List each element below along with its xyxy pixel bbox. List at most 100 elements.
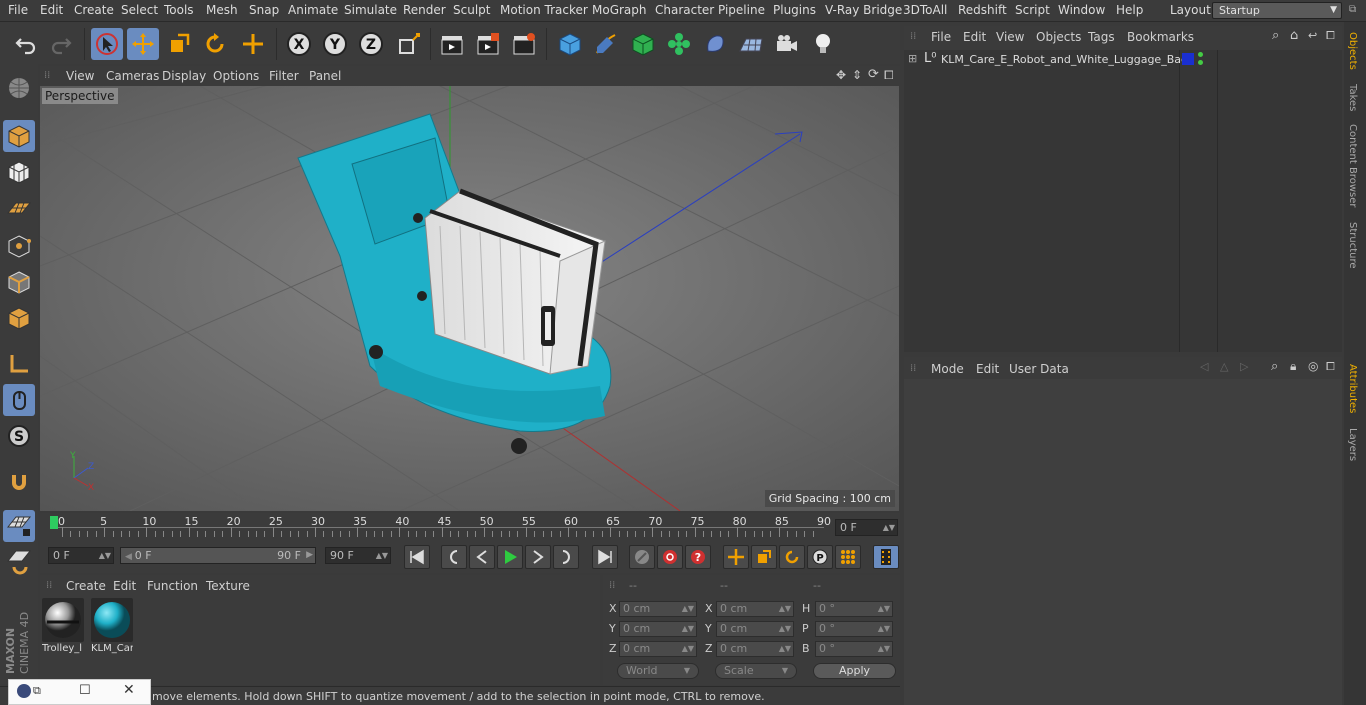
material-menu-edit[interactable]: Edit — [113, 579, 136, 593]
expand-icon[interactable]: ⧠ — [1326, 29, 1335, 43]
menu-help[interactable]: Help — [1116, 3, 1143, 17]
menu-character[interactable]: Character — [655, 3, 714, 17]
restore-icon[interactable]: ⧉ — [33, 684, 41, 698]
tab-takes[interactable]: Takes — [1347, 84, 1358, 111]
menu-render[interactable]: Render — [403, 3, 446, 17]
render-to-picture-viewer-button[interactable] — [472, 28, 504, 60]
spinner-icon[interactable]: ▲▼ — [779, 642, 791, 656]
3d-viewport[interactable]: Y Z X Perspective Grid Spacing : 100 cm — [40, 86, 899, 511]
transform-tool-button[interactable] — [237, 28, 269, 60]
tab-attributes[interactable]: Attributes — [1347, 364, 1358, 413]
object-menu-tags[interactable]: Tags — [1088, 30, 1115, 44]
zoom-view-icon[interactable]: ⇕ — [852, 68, 862, 82]
expand-tree-icon[interactable]: ⊞ — [908, 52, 917, 65]
position-x-field[interactable]: 0 cm ▲▼ — [619, 601, 697, 617]
make-editable-button[interactable] — [3, 72, 35, 104]
menu-tools[interactable]: Tools — [164, 3, 194, 17]
axis-mode-button[interactable] — [3, 348, 35, 380]
previous-keyframe-button[interactable] — [441, 545, 467, 569]
menu-motion-tracker[interactable]: Motion Tracker — [500, 3, 588, 17]
texture-mode-button[interactable] — [3, 156, 35, 188]
key-rotation-button[interactable] — [779, 545, 805, 569]
attribute-menu-edit[interactable]: Edit — [976, 362, 999, 376]
back-arrow-icon[interactable]: ◁ — [1200, 360, 1208, 373]
y-axis-lock-button[interactable]: Y — [319, 28, 351, 60]
spinner-icon[interactable]: ▲▼ — [682, 602, 694, 616]
menu-sculpt[interactable]: Sculpt — [453, 3, 490, 17]
menu-edit[interactable]: Edit — [40, 3, 63, 17]
target-icon[interactable]: ◎ — [1308, 359, 1318, 373]
viewport-menu-display[interactable]: Display — [162, 69, 206, 83]
keyframe-selection-button[interactable] — [629, 545, 655, 569]
size-mode-dropdown[interactable]: Scale ▼ — [715, 663, 797, 679]
spinner-icon[interactable]: ▲▼ — [779, 602, 791, 616]
viewport-menu-options[interactable]: Options — [213, 69, 259, 83]
spinner-icon[interactable]: ▲▼ — [779, 622, 791, 636]
size-x-field[interactable]: 0 cm ▲▼ — [716, 601, 794, 617]
rotation-b-field[interactable]: 0 ° ▲▼ — [815, 641, 893, 657]
home-icon[interactable]: ⌂ — [1290, 28, 1298, 43]
record-keys-button[interactable] — [657, 545, 683, 569]
menu-file[interactable]: File — [8, 3, 28, 17]
layer-color-swatch[interactable] — [1182, 53, 1194, 65]
menu-pipeline[interactable]: Pipeline — [718, 3, 765, 17]
menu-script[interactable]: Script — [1015, 3, 1050, 17]
rotate-view-icon[interactable]: ⟳ — [868, 67, 879, 82]
tab-content-browser[interactable]: Content Browser — [1347, 124, 1358, 207]
point-mode-button[interactable] — [3, 230, 35, 262]
menu-plugins[interactable]: Plugins — [773, 3, 816, 17]
search-icon[interactable]: ⌕ — [1272, 28, 1279, 43]
polygon-mode-button[interactable] — [3, 302, 35, 334]
menu-window[interactable]: Window — [1058, 3, 1105, 17]
next-frame-button[interactable] — [525, 545, 551, 569]
autokeying-button[interactable]: ? — [685, 545, 711, 569]
attribute-menu-user-data[interactable]: User Data — [1009, 362, 1069, 376]
spinner-icon[interactable]: ▲▼ — [99, 548, 111, 563]
menu-animate[interactable]: Animate — [288, 3, 338, 17]
x-axis-lock-button[interactable]: X — [283, 28, 315, 60]
subdivision-surface-button[interactable] — [627, 28, 659, 60]
viewport-menu-view[interactable]: View — [66, 69, 94, 83]
position-y-field[interactable]: 0 cm ▲▼ — [619, 621, 697, 637]
object-row[interactable]: ⊞ L⁰ KLM_Care_E_Robot_and_White_Luggage_… — [904, 50, 1342, 70]
menu-snap[interactable]: Snap — [249, 3, 279, 17]
key-parameter-button[interactable]: P — [807, 545, 833, 569]
floor-button[interactable] — [735, 28, 767, 60]
material-menu-function[interactable]: Function — [147, 579, 198, 593]
rotate-tool-button[interactable] — [199, 28, 231, 60]
render-view-button[interactable] — [436, 28, 468, 60]
material-swatch[interactable]: KLM_Car — [91, 598, 133, 656]
go-to-end-button[interactable] — [592, 545, 618, 569]
workplane-snap-button[interactable] — [3, 510, 35, 542]
rotation-h-field[interactable]: 0 ° ▲▼ — [815, 601, 893, 617]
z-axis-lock-button[interactable]: Z — [355, 28, 387, 60]
camera-button[interactable] — [771, 28, 803, 60]
current-frame-field[interactable]: 0 F ▲▼ — [835, 519, 898, 536]
locked-workplane-button[interactable] — [3, 546, 35, 578]
object-menu-objects[interactable]: Objects — [1036, 30, 1081, 44]
tab-layers[interactable]: Layers — [1347, 428, 1358, 461]
previous-frame-button[interactable] — [469, 545, 495, 569]
cloner-button[interactable] — [663, 28, 695, 60]
spinner-icon[interactable]: ▲▼ — [878, 602, 890, 616]
menu-mograph[interactable]: MoGraph — [592, 3, 647, 17]
viewport-menu-panel[interactable]: Panel — [309, 69, 341, 83]
object-menu-file[interactable]: File — [931, 30, 951, 44]
object-menu-edit[interactable]: Edit — [963, 30, 986, 44]
editor-visibility-dot[interactable] — [1198, 52, 1203, 57]
position-z-field[interactable]: 0 cm ▲▼ — [619, 641, 697, 657]
lock-icon[interactable]: 🔒︎ — [1290, 359, 1296, 374]
render-settings-button[interactable] — [508, 28, 540, 60]
tweak-mode-button[interactable] — [3, 384, 35, 416]
object-menu-bookmarks[interactable]: Bookmarks — [1127, 30, 1194, 44]
timeline-playhead[interactable] — [50, 516, 58, 529]
render-visibility-dot[interactable] — [1198, 60, 1203, 65]
deformer-button[interactable] — [699, 28, 731, 60]
menu-mesh[interactable]: Mesh — [206, 3, 238, 17]
undo-button[interactable] — [10, 28, 42, 60]
size-y-field[interactable]: 0 cm ▲▼ — [716, 621, 794, 637]
menu-redshift[interactable]: Redshift — [958, 3, 1007, 17]
object-menu-view[interactable]: View — [996, 30, 1024, 44]
attribute-menu-mode[interactable]: Mode — [931, 362, 964, 376]
model-mode-button[interactable] — [3, 120, 35, 152]
